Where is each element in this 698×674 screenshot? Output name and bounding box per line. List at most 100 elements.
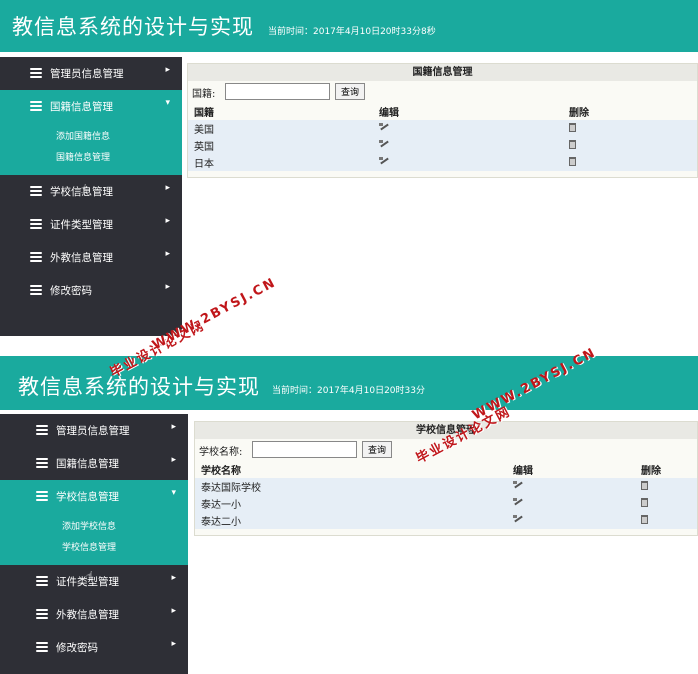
menu-icon	[36, 491, 48, 501]
cell-school-name: 泰达二小	[201, 517, 241, 528]
nav-school-info[interactable]: 学校信息管理 ▾	[0, 480, 188, 513]
screenshot-nationality: 教信息系统的设计与实现 当前时间：2017年4月10日20时33分8秒 管理员信…	[0, 0, 698, 338]
chevron-right-icon: ▸	[165, 65, 170, 75]
chevron-right-icon: ▸	[165, 216, 170, 226]
column-header: 学校名称	[195, 461, 507, 478]
submenu-add-nationality[interactable]: 添加国籍信息	[0, 127, 182, 148]
nationality-panel: 国籍信息管理 国籍: 查询 国籍 编辑 删除 美国 英国 日本	[187, 63, 698, 178]
nav-label: 国籍信息管理	[50, 101, 113, 113]
nav-id-type[interactable]: 证件类型管理 ▸	[0, 208, 182, 241]
menu-icon	[30, 101, 42, 111]
menu-icon	[36, 609, 48, 619]
chevron-down-icon: ▾	[165, 98, 170, 108]
chevron-down-icon: ▾	[171, 488, 176, 498]
edit-icon[interactable]	[379, 156, 389, 166]
table-header: 国籍 编辑 删除	[188, 103, 697, 120]
cell-nationality: 日本	[194, 159, 214, 170]
nationality-table: 国籍 编辑 删除 美国 英国 日本	[188, 103, 697, 171]
screenshot-school: 教信息系统的设计与实现 当前时间：2017年4月10日20时33分 管理员信息管…	[0, 356, 698, 674]
chevron-right-icon: ▸	[171, 573, 176, 583]
table-row: 泰达国际学校	[195, 478, 697, 495]
current-time: 当前时间：2017年4月10日20时33分	[272, 386, 425, 396]
nav-label: 管理员信息管理	[50, 68, 124, 80]
submenu-add-school[interactable]: 添加学校信息	[0, 517, 188, 538]
edit-icon[interactable]	[513, 480, 523, 490]
current-time: 当前时间：2017年4月10日20时33分8秒	[268, 27, 436, 37]
table-header: 学校名称 编辑 删除	[195, 461, 697, 478]
hand-cursor-icon: ☝	[80, 182, 88, 196]
search-row: 国籍: 查询	[188, 81, 697, 103]
menu-icon	[36, 642, 48, 652]
submenu-manage-nationality[interactable]: 国籍信息管理	[0, 148, 182, 169]
menu-icon	[36, 458, 48, 468]
nav-admin-info[interactable]: 管理员信息管理 ▸	[0, 414, 188, 447]
chevron-right-icon: ▸	[171, 455, 176, 465]
edit-icon[interactable]	[379, 122, 389, 132]
nav-foreign-teacher[interactable]: 外教信息管理 ▸	[0, 598, 188, 631]
hand-cursor-icon: ☝	[86, 569, 94, 583]
trash-icon[interactable]	[641, 514, 648, 524]
column-header: 编辑	[507, 461, 635, 478]
submenu-school: 添加学校信息 学校信息管理	[0, 513, 188, 565]
nav-label: 国籍信息管理	[56, 458, 119, 470]
chevron-right-icon: ▸	[165, 249, 170, 259]
menu-icon	[30, 186, 42, 196]
nav-school-info[interactable]: 学校信息管理 ▸	[0, 175, 182, 208]
edit-icon[interactable]	[513, 514, 523, 524]
trash-icon[interactable]	[569, 156, 576, 166]
trash-icon[interactable]	[569, 139, 576, 149]
column-header: 编辑	[373, 103, 563, 120]
nav-change-password[interactable]: 修改密码 ▸	[0, 631, 188, 664]
chevron-right-icon: ▸	[171, 639, 176, 649]
nav-admin-info[interactable]: 管理员信息管理 ▸	[0, 57, 182, 90]
menu-icon	[30, 219, 42, 229]
table-row: 英国	[188, 137, 697, 154]
nationality-search-input[interactable]	[225, 83, 330, 100]
cell-nationality: 英国	[194, 142, 214, 153]
trash-icon[interactable]	[641, 497, 648, 507]
school-search-input[interactable]	[252, 441, 357, 458]
nav-label: 修改密码	[56, 642, 98, 654]
panel-title: 国籍信息管理	[188, 64, 697, 81]
table-row: 泰达二小	[195, 512, 697, 529]
chevron-right-icon: ▸	[165, 282, 170, 292]
trash-icon[interactable]	[569, 122, 576, 132]
nav-label: 修改密码	[50, 285, 92, 297]
search-label: 国籍:	[192, 89, 216, 100]
nav-foreign-teacher[interactable]: 外教信息管理 ▸	[0, 241, 182, 274]
search-button[interactable]: 查询	[335, 83, 365, 100]
nav-label: 管理员信息管理	[56, 425, 130, 437]
column-header: 删除	[635, 461, 697, 478]
app-header: 教信息系统的设计与实现 当前时间：2017年4月10日20时33分	[0, 356, 698, 410]
nav-id-type[interactable]: 证件类型管理 ▸	[0, 565, 188, 598]
school-table: 学校名称 编辑 删除 泰达国际学校 泰达一小 泰达二小	[195, 461, 697, 529]
menu-icon	[30, 252, 42, 262]
trash-icon[interactable]	[641, 480, 648, 490]
nav-label: 外教信息管理	[56, 609, 119, 621]
chevron-right-icon: ▸	[171, 422, 176, 432]
table-row: 泰达一小	[195, 495, 697, 512]
edit-icon[interactable]	[379, 139, 389, 149]
chevron-right-icon: ▸	[171, 606, 176, 616]
menu-icon	[30, 285, 42, 295]
nav-nationality-info[interactable]: 国籍信息管理 ▸	[0, 447, 188, 480]
search-label: 学校名称:	[199, 447, 243, 458]
app-header: 教信息系统的设计与实现 当前时间：2017年4月10日20时33分8秒	[0, 0, 698, 52]
nav-nationality-info[interactable]: 国籍信息管理 ▾	[0, 90, 182, 123]
submenu-nationality: 添加国籍信息 国籍信息管理	[0, 123, 182, 175]
column-header: 国籍	[188, 103, 373, 120]
table-row: 美国	[188, 120, 697, 137]
table-row: 日本	[188, 154, 697, 171]
cell-nationality: 美国	[194, 125, 214, 136]
nav-label: 学校信息管理	[56, 491, 119, 503]
search-button[interactable]: 查询	[362, 441, 392, 458]
menu-icon	[30, 68, 42, 78]
edit-icon[interactable]	[513, 497, 523, 507]
sidebar: 管理员信息管理 ▸ 国籍信息管理 ▸ 学校信息管理 ▾ 添加学校信息 学校信息管…	[0, 414, 188, 674]
cell-school-name: 泰达一小	[201, 500, 241, 511]
nav-change-password[interactable]: 修改密码 ▸	[0, 274, 182, 307]
nav-label: 证件类型管理	[50, 219, 113, 231]
chevron-right-icon: ▸	[165, 183, 170, 193]
submenu-manage-school[interactable]: 学校信息管理	[0, 538, 188, 559]
app-title: 教信息系统的设计与实现	[12, 15, 254, 39]
